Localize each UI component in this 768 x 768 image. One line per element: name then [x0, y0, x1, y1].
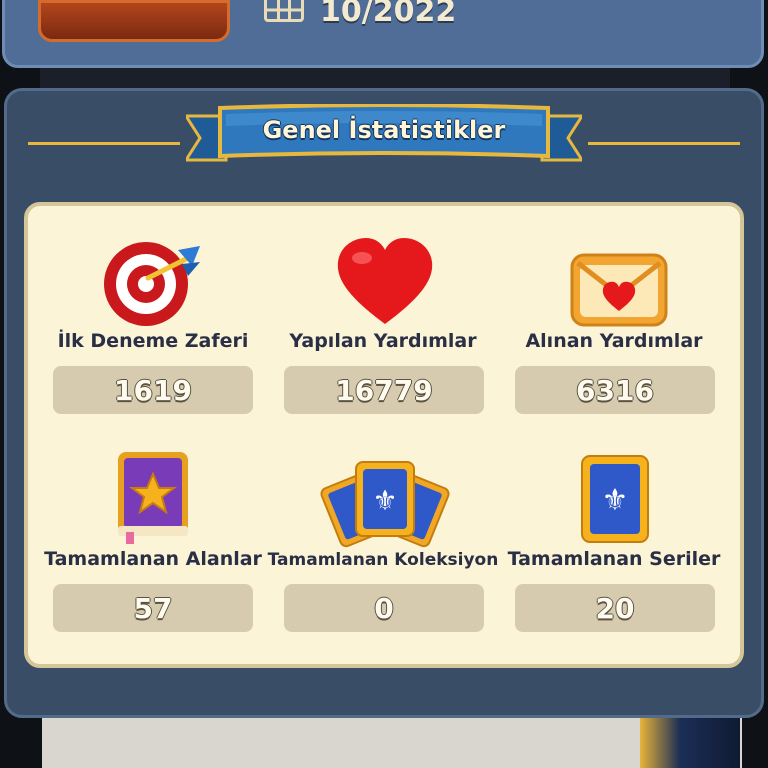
card-fan-icon: ⚜ — [320, 461, 450, 548]
stat-value-helps-given: 16779 — [284, 366, 484, 414]
card-icon: ⚜ — [581, 455, 649, 543]
title-divider-right — [588, 142, 740, 145]
stat-value-first-try-wins: 1619 — [53, 366, 253, 414]
panel-title: Genel İstatistikler — [262, 116, 506, 144]
stat-value-helps-received: 6316 — [515, 366, 715, 414]
stat-value-series-completed: 20 — [515, 584, 715, 632]
svg-text:⚜: ⚜ — [602, 483, 629, 518]
heart-icon — [337, 238, 433, 324]
stat-label-series-completed: Tamamlanan Seriler — [507, 548, 721, 570]
calendar-icon — [264, 0, 304, 22]
join-date: 10/2022 — [320, 0, 457, 29]
background-list-strip — [40, 68, 730, 90]
stat-label-helps-given: Yapılan Yardımlar — [289, 330, 477, 352]
stat-label-first-try-wins: İlk Deneme Zaferi — [57, 330, 249, 352]
star-book-icon — [118, 452, 188, 544]
profile-avatar-frame — [38, 0, 230, 42]
stat-value-areas-completed: 57 — [53, 584, 253, 632]
stat-label-helps-received: Alınan Yardımlar — [525, 330, 703, 352]
envelope-heart-icon — [570, 253, 668, 327]
title-divider-left — [28, 142, 180, 145]
stat-label-areas-completed: Tamamlanan Alanlar — [44, 548, 262, 570]
background-list-item — [42, 716, 742, 768]
stat-label-collections-completed: Tamamlanan Koleksiyon — [267, 550, 499, 570]
svg-text:⚜: ⚜ — [372, 484, 397, 517]
stat-value-collections-completed: 0 — [284, 584, 484, 632]
background-list-item-image — [640, 716, 740, 768]
target-icon — [104, 242, 200, 326]
